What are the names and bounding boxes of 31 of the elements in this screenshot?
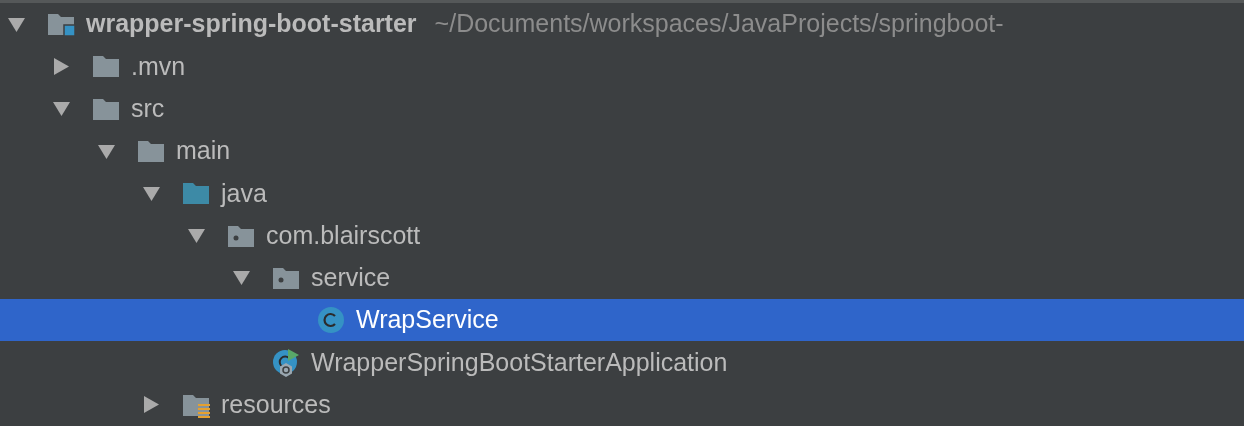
tree-row[interactable]: com.blairscott [0,214,1244,257]
tree-label: wrapper-spring-boot-starter [86,8,417,40]
tree-label: resources [221,389,331,421]
tree-row[interactable]: WrapperSpringBootStarterApplication [0,341,1244,384]
tree-label: WrapperSpringBootStarterApplication [311,346,728,378]
tree-row[interactable]: main [0,129,1244,173]
collapse-arrow-icon[interactable] [233,269,250,287]
tree-row[interactable]: wrapper-spring-boot-starter ~/Documents/workspaces/JavaProjects/springboot- [0,3,1244,46]
collapse-arrow-icon[interactable] [8,15,25,33]
class-run-icon [271,347,301,378]
tree-label: src [131,93,165,124]
tree-row[interactable]: src [0,87,1244,130]
tree-row[interactable]: resources [0,383,1244,426]
collapse-arrow-icon[interactable] [143,184,160,202]
expand-arrow-icon[interactable] [53,57,70,75]
tree-label: com.blairscott [266,219,421,251]
collapse-arrow-icon[interactable] [53,100,70,118]
tree-row[interactable]: .mvn [0,45,1244,88]
class-icon [316,305,346,336]
tree-row[interactable]: service [0,256,1244,300]
tree-row[interactable]: java [0,172,1244,215]
tree-label: java [221,177,267,209]
collapse-arrow-icon[interactable] [98,142,115,160]
tree-label: WrapService [356,304,499,336]
expand-arrow-icon[interactable] [143,396,160,414]
tree-label: service [311,262,391,294]
collapse-arrow-icon[interactable] [188,227,205,245]
tree-row[interactable]: WrapService [0,299,1244,342]
tree-label: .mvn [131,50,186,82]
project-path: ~/Documents/workspaces/JavaProjects/springboot- [434,8,1004,40]
tree-label: main [176,135,231,167]
